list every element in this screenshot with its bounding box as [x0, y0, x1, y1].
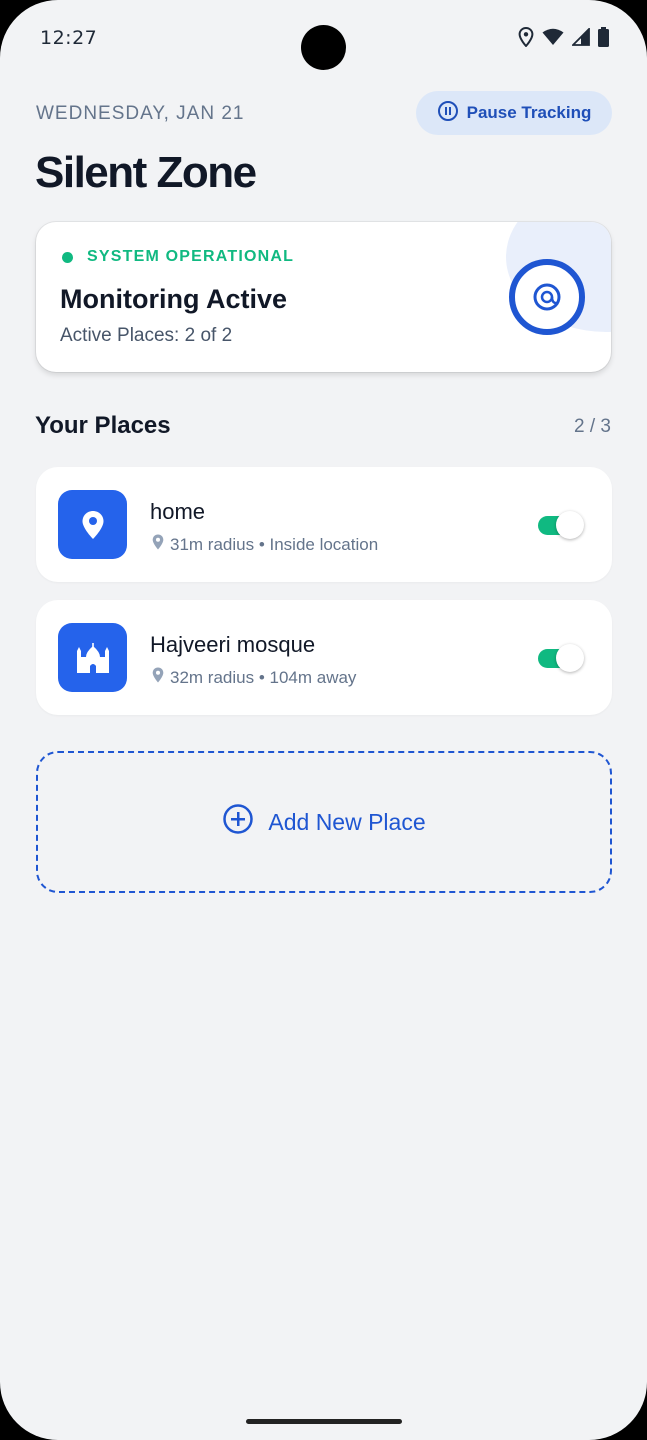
place-meta: 31m radius • Inside location: [152, 534, 378, 555]
home-indicator[interactable]: [246, 1419, 402, 1424]
place-name: home: [150, 499, 206, 524]
place-meta-text: 31m radius • Inside location: [170, 534, 379, 554]
place-card-home[interactable]: home 31m radius • Inside location: [36, 467, 612, 582]
signal-icon: [572, 28, 590, 46]
system-status-row: SYSTEM OPERATIONAL: [62, 248, 294, 266]
status-time: 12:27: [40, 27, 98, 49]
status-icons: [518, 27, 609, 47]
add-new-place-button[interactable]: Add New Place: [36, 751, 612, 893]
app-screen: 12:27 WEDNESDAY, JAN 21 Pause Tracking S…: [0, 0, 647, 1440]
pause-icon: [437, 100, 459, 127]
places-section-title: Your Places: [35, 412, 171, 439]
place-name: Hajveeri mosque: [150, 632, 316, 657]
camera-cutout: [301, 25, 346, 70]
page-title: Silent Zone: [35, 148, 257, 197]
mosque-icon: [58, 623, 127, 692]
battery-icon: [598, 27, 609, 47]
monitoring-title: Monitoring Active: [60, 284, 287, 314]
system-status-label: SYSTEM OPERATIONAL: [87, 248, 295, 265]
small-pin-icon: [152, 534, 164, 555]
place-card-mosque[interactable]: Hajveeri mosque 32m radius • 104m away: [36, 600, 612, 715]
small-pin-icon: [152, 667, 164, 688]
radar-icon: [507, 257, 587, 337]
place-meta: 32m radius • 104m away: [152, 667, 356, 688]
monitoring-status-card: SYSTEM OPERATIONAL Monitoring Active Act…: [36, 222, 611, 372]
date-label: WEDNESDAY, JAN 21: [36, 103, 245, 124]
location-pin-icon: [58, 490, 127, 559]
wifi-icon: [542, 28, 564, 46]
place-enabled-toggle[interactable]: [538, 511, 584, 539]
place-enabled-toggle[interactable]: [538, 644, 584, 672]
add-new-place-label: Add New Place: [268, 808, 426, 835]
pause-tracking-label: Pause Tracking: [466, 103, 592, 122]
location-icon: [518, 27, 534, 47]
pause-tracking-button[interactable]: Pause Tracking: [416, 91, 612, 135]
plus-circle-icon: [222, 803, 254, 841]
toggle-knob: [556, 511, 584, 539]
status-dot-icon: [62, 251, 73, 263]
active-places-label: Active Places: 2 of 2: [60, 325, 233, 346]
places-count: 2 / 3: [574, 416, 611, 437]
place-meta-text: 32m radius • 104m away: [170, 667, 357, 687]
toggle-knob: [556, 644, 584, 672]
